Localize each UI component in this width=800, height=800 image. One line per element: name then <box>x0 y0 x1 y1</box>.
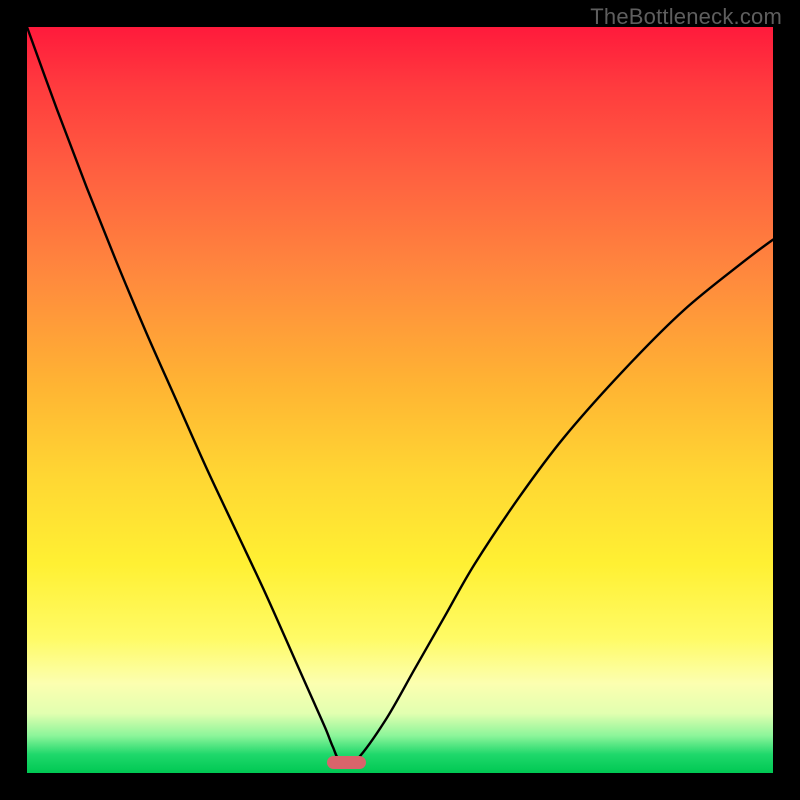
plot-area <box>27 27 773 773</box>
chart-frame: TheBottleneck.com <box>0 0 800 800</box>
bottleneck-curve <box>27 27 773 773</box>
optimal-range-marker <box>327 756 366 769</box>
